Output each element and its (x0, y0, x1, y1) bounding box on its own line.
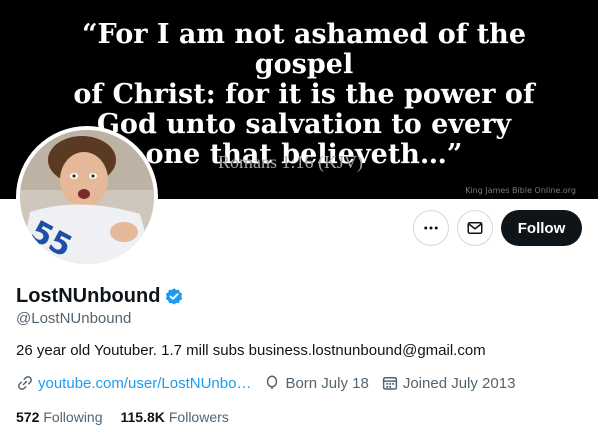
profile-meta: youtube.com/user/LostNUnbo… Born July 18… (16, 374, 527, 392)
following-count: 572 (16, 409, 40, 425)
following-label: Following (43, 409, 103, 425)
joined-item: Joined July 2013 (381, 374, 516, 392)
avatar[interactable]: 55 (16, 126, 158, 268)
banner-quote-line: of Christ: for it is the power of (73, 79, 535, 110)
avatar-photo: 55 (20, 130, 154, 264)
followers-count: 115.8K (120, 409, 165, 425)
envelope-icon (467, 222, 483, 234)
more-horizontal-icon (424, 226, 438, 230)
verified-badge-icon[interactable] (164, 287, 184, 307)
birthday-item: Born July 18 (263, 374, 369, 392)
message-button[interactable] (457, 210, 493, 246)
website-link[interactable]: youtube.com/user/LostNUnbo… (38, 375, 251, 392)
banner-reference: Romans 1:16 (KJV) (218, 152, 363, 172)
calendar-icon (382, 377, 397, 390)
banner-quote-line: “For I am not ashamed of the gospel (81, 19, 526, 80)
user-handle: @LostNUnbound (16, 310, 132, 327)
followers-link[interactable]: 115.8K Followers (121, 409, 229, 425)
joined-text: Joined July 2013 (402, 374, 516, 392)
avatar-image: 55 (20, 130, 154, 264)
balloon-icon (267, 375, 278, 389)
following-link[interactable]: 572 Following (16, 409, 103, 425)
banner-credit: King James Bible Online.org (465, 186, 576, 195)
birthday-text: Born July 18 (285, 374, 369, 392)
follow-stats: 572 Following 115.8K Followers (16, 409, 247, 425)
bio-text: 26 year old Youtuber. 1.7 mill subs busi… (16, 342, 486, 359)
name-row: LostNUnbound (16, 285, 184, 308)
website-item: youtube.com/user/LostNUnbo… (16, 374, 251, 392)
more-options-button[interactable] (413, 210, 449, 246)
display-name: LostNUnbound (16, 285, 161, 307)
follow-button[interactable]: Follow (501, 210, 582, 246)
followers-label: Followers (168, 409, 229, 425)
link-icon (18, 376, 32, 390)
